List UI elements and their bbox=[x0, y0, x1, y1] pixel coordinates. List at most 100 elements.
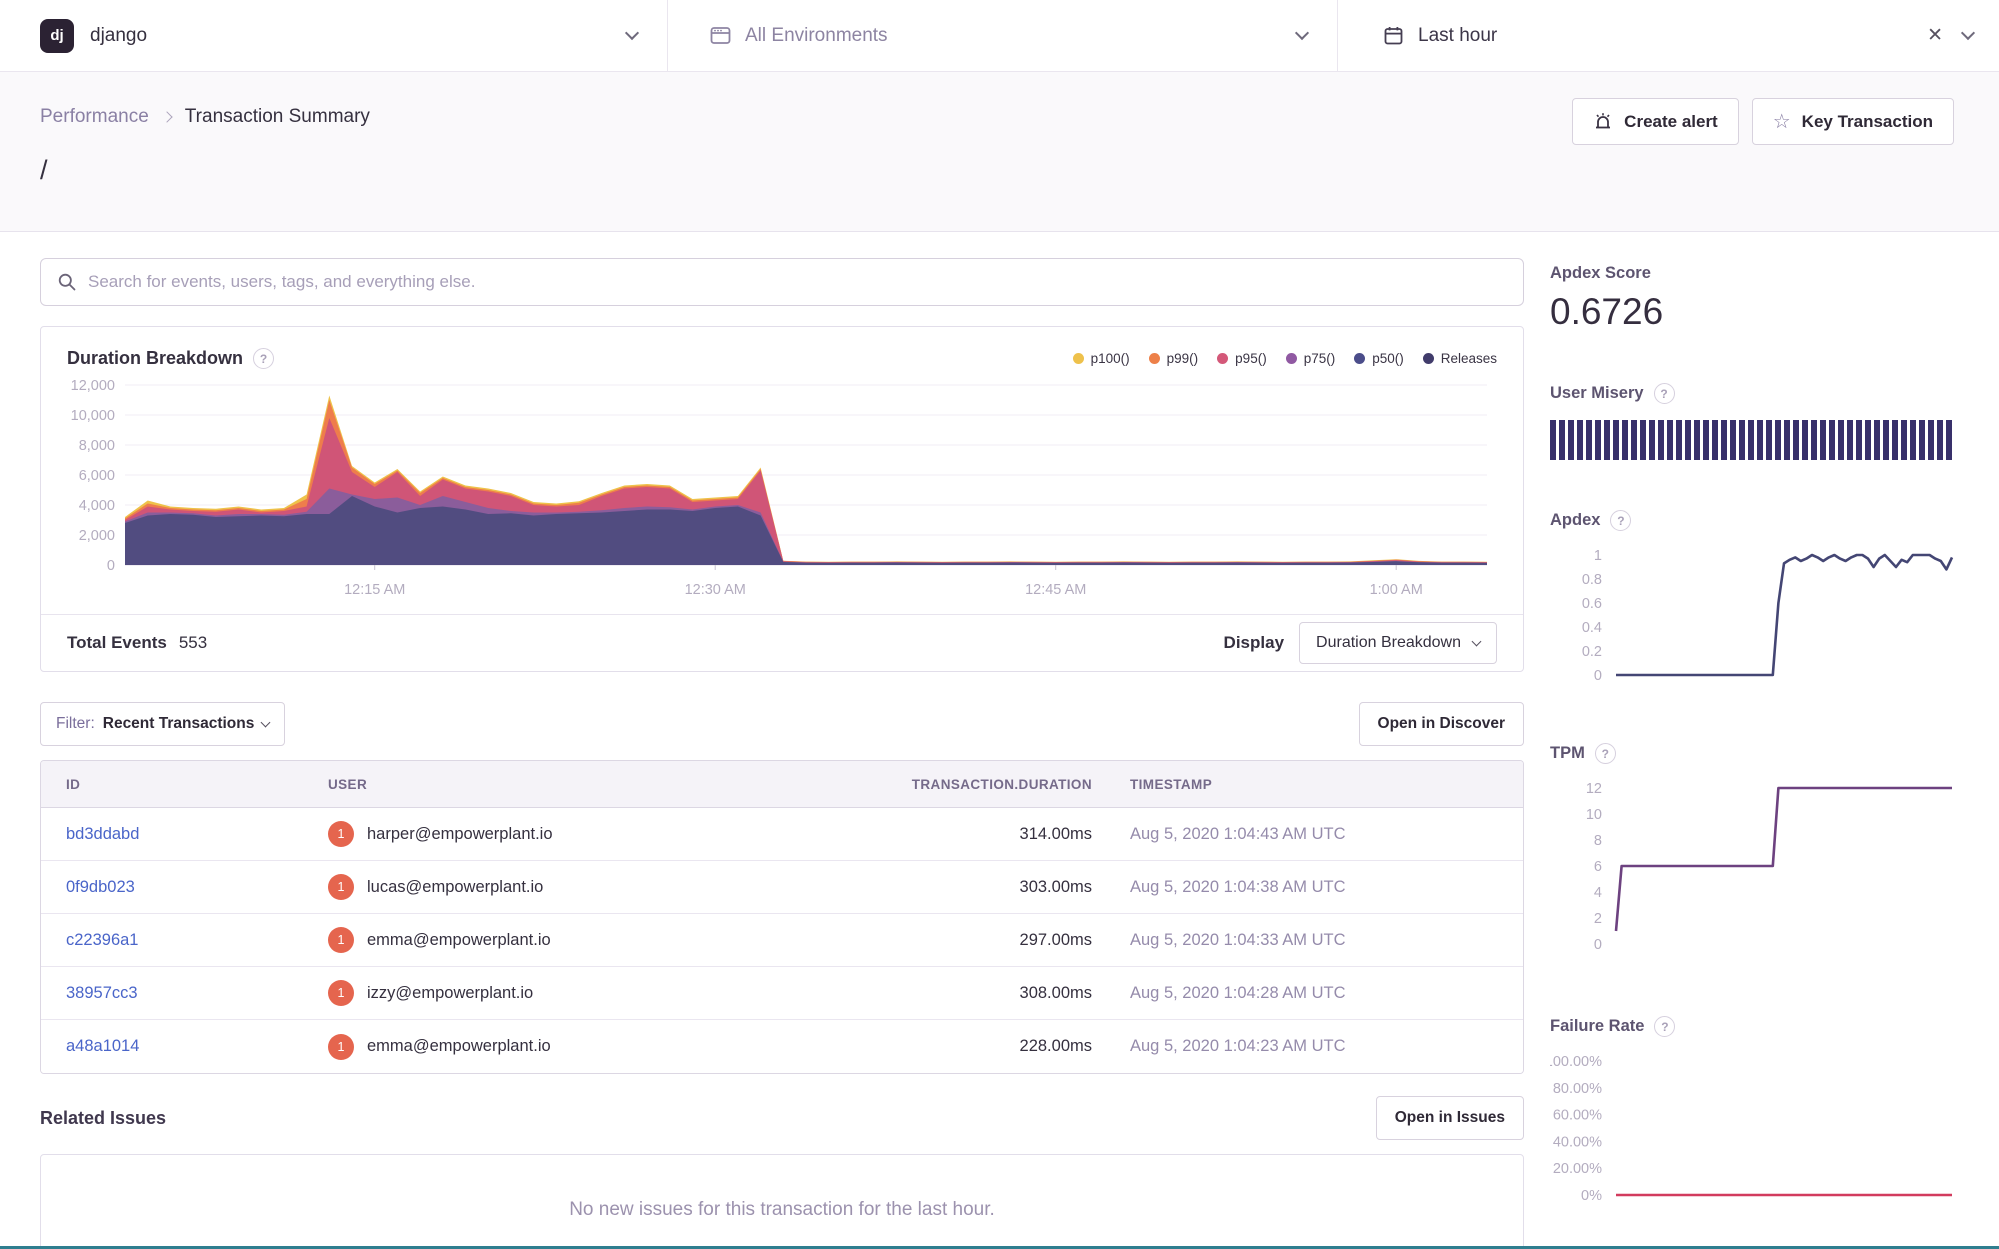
svg-text:6,000: 6,000 bbox=[79, 468, 115, 484]
user-avatar: 1 bbox=[328, 874, 354, 900]
user-misery-heading: User Misery ? bbox=[1550, 383, 1959, 404]
breadcrumb-performance[interactable]: Performance bbox=[40, 106, 149, 128]
svg-text:6: 6 bbox=[1594, 859, 1602, 875]
svg-text:12: 12 bbox=[1586, 781, 1602, 797]
transaction-duration: 228.00ms bbox=[740, 1037, 1092, 1056]
apdex-label: Apdex bbox=[1550, 511, 1600, 530]
table-row: 38957cc31izzy@empowerplant.io308.00msAug… bbox=[41, 967, 1523, 1020]
display-label: Display bbox=[1224, 633, 1284, 653]
chevron-down-icon bbox=[1961, 26, 1975, 40]
summary-sidebar: Apdex Score 0.6726 User Misery ? Apdex ?… bbox=[1550, 258, 1959, 1249]
legend-item[interactable]: p95() bbox=[1217, 351, 1267, 366]
help-icon[interactable]: ? bbox=[1610, 510, 1631, 531]
help-icon[interactable]: ? bbox=[253, 348, 274, 369]
legend-dot bbox=[1423, 353, 1434, 364]
create-alert-button[interactable]: Create alert bbox=[1572, 98, 1739, 145]
related-issues-empty: No new issues for this transaction for t… bbox=[40, 1154, 1524, 1249]
duration-chart-svg: 02,0004,0006,0008,00010,00012,00012:15 A… bbox=[67, 377, 1497, 609]
calendar-icon bbox=[1383, 25, 1404, 46]
svg-text:12:30 AM: 12:30 AM bbox=[685, 582, 746, 598]
help-icon[interactable]: ? bbox=[1654, 1016, 1675, 1037]
svg-text:1: 1 bbox=[1594, 548, 1602, 564]
col-header-duration: TRANSACTION.DURATION bbox=[740, 777, 1092, 792]
chevron-down-icon bbox=[1295, 26, 1309, 40]
svg-text:0.6: 0.6 bbox=[1582, 596, 1602, 612]
top-bar: dj django All Environments Last hour ✕ bbox=[0, 0, 1999, 72]
svg-text:10: 10 bbox=[1586, 807, 1602, 823]
date-range-selector[interactable]: Last hour ✕ bbox=[1338, 0, 1999, 71]
help-icon[interactable]: ? bbox=[1595, 743, 1616, 764]
duration-breakdown-panel: Duration Breakdown ? p100() p99() p95() p75… bbox=[40, 326, 1524, 672]
svg-text:8: 8 bbox=[1594, 833, 1602, 849]
apdex-chart[interactable]: 10.80.60.40.20 bbox=[1550, 543, 1959, 693]
legend-label: p75() bbox=[1304, 351, 1336, 366]
col-header-timestamp: TIMESTAMP bbox=[1092, 777, 1498, 792]
legend-item[interactable]: p99() bbox=[1149, 351, 1199, 366]
duration-chart[interactable]: 02,0004,0006,0008,00010,00012,00012:15 A… bbox=[41, 377, 1523, 614]
project-selector[interactable]: dj django bbox=[0, 0, 668, 71]
timestamp: Aug 5, 2020 1:04:23 AM UTC bbox=[1092, 1037, 1498, 1056]
svg-text:12,000: 12,000 bbox=[71, 378, 115, 394]
help-icon[interactable]: ? bbox=[1654, 383, 1675, 404]
filter-label: Filter: bbox=[56, 715, 95, 733]
create-alert-label: Create alert bbox=[1624, 112, 1718, 132]
legend-item[interactable]: p75() bbox=[1286, 351, 1336, 366]
user-email: emma@empowerplant.io bbox=[367, 1037, 551, 1056]
svg-text:0.8: 0.8 bbox=[1582, 572, 1602, 588]
user-email: izzy@empowerplant.io bbox=[367, 984, 533, 1003]
legend-label: p95() bbox=[1235, 351, 1267, 366]
col-header-id: ID bbox=[66, 777, 328, 792]
legend-item[interactable]: Releases bbox=[1423, 351, 1497, 366]
user-misery-label: User Misery bbox=[1550, 384, 1644, 403]
user-email: lucas@empowerplant.io bbox=[367, 878, 543, 897]
environment-selector[interactable]: All Environments bbox=[668, 0, 1338, 71]
tpm-label: TPM bbox=[1550, 744, 1585, 763]
event-id-link[interactable]: a48a1014 bbox=[66, 1037, 139, 1055]
user-avatar: 1 bbox=[328, 927, 354, 953]
legend-dot bbox=[1286, 353, 1297, 364]
transactions-filter-select[interactable]: Filter: Recent Transactions bbox=[40, 702, 285, 746]
event-id-link[interactable]: 0f9db023 bbox=[66, 878, 135, 896]
display-select-value: Duration Breakdown bbox=[1316, 634, 1461, 652]
event-id-link[interactable]: bd3ddabd bbox=[66, 825, 139, 843]
open-in-issues-button[interactable]: Open in Issues bbox=[1376, 1096, 1524, 1140]
legend-dot bbox=[1354, 353, 1365, 364]
timestamp: Aug 5, 2020 1:04:43 AM UTC bbox=[1092, 825, 1498, 844]
table-row: bd3ddabd1harper@empowerplant.io314.00msA… bbox=[41, 808, 1523, 861]
search-icon bbox=[57, 272, 77, 292]
events-table: ID USER TRANSACTION.DURATION TIMESTAMP b… bbox=[40, 760, 1524, 1074]
svg-text:100.00%: 100.00% bbox=[1550, 1054, 1602, 1070]
svg-text:10,000: 10,000 bbox=[71, 408, 115, 424]
event-id-link[interactable]: c22396a1 bbox=[66, 931, 139, 949]
tpm-chart[interactable]: 121086420 bbox=[1550, 776, 1959, 966]
duration-panel-title: Duration Breakdown bbox=[67, 348, 243, 369]
svg-text:80.00%: 80.00% bbox=[1553, 1081, 1602, 1097]
display-select[interactable]: Duration Breakdown bbox=[1299, 622, 1497, 664]
failure-rate-chart[interactable]: 100.00%80.00%60.00%40.00%20.00%0% bbox=[1550, 1049, 1959, 1214]
legend-dot bbox=[1217, 353, 1228, 364]
total-events-value: 553 bbox=[179, 633, 207, 653]
filter-value: Recent Transactions bbox=[103, 715, 255, 733]
svg-text:0: 0 bbox=[1594, 937, 1602, 953]
event-id-link[interactable]: 38957cc3 bbox=[66, 984, 138, 1002]
legend-item[interactable]: p100() bbox=[1073, 351, 1130, 366]
legend-label: p50() bbox=[1372, 351, 1404, 366]
key-transaction-button[interactable]: ☆ Key Transaction bbox=[1752, 98, 1954, 145]
svg-text:2,000: 2,000 bbox=[79, 528, 115, 544]
user-avatar: 1 bbox=[328, 1034, 354, 1060]
chevron-down-icon bbox=[625, 26, 639, 40]
search-input[interactable] bbox=[88, 272, 1507, 292]
svg-text:12:15 AM: 12:15 AM bbox=[344, 582, 405, 598]
user-email: harper@empowerplant.io bbox=[367, 825, 553, 844]
total-events-label: Total Events bbox=[67, 633, 167, 653]
open-in-discover-button[interactable]: Open in Discover bbox=[1359, 702, 1524, 746]
legend-dot bbox=[1073, 353, 1084, 364]
breadcrumb-separator-icon bbox=[161, 111, 172, 122]
clear-date-icon[interactable]: ✕ bbox=[1927, 24, 1943, 47]
svg-text:40.00%: 40.00% bbox=[1553, 1134, 1602, 1150]
events-table-header: ID USER TRANSACTION.DURATION TIMESTAMP bbox=[41, 761, 1523, 808]
legend-dot bbox=[1149, 353, 1160, 364]
svg-text:0: 0 bbox=[1594, 668, 1602, 684]
svg-text:0%: 0% bbox=[1581, 1188, 1602, 1204]
legend-item[interactable]: p50() bbox=[1354, 351, 1404, 366]
